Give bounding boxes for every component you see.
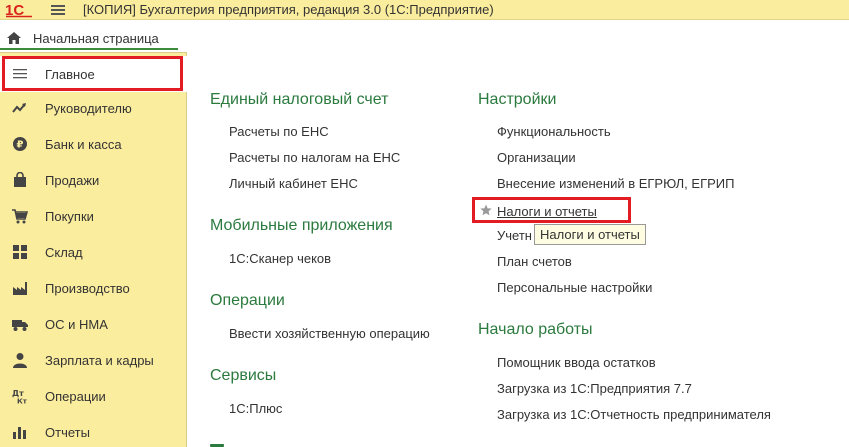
- link-ens-account[interactable]: Личный кабинет ЕНС: [229, 176, 358, 191]
- warehouse-grid-icon: [12, 244, 28, 260]
- link-receipt-scanner[interactable]: 1С:Сканер чеков: [229, 251, 331, 266]
- sidebar-item-label: Зарплата и кадры: [45, 352, 154, 368]
- 1c-logo-icon: 1С: [4, 1, 34, 18]
- section-title-services: Сервисы: [210, 367, 277, 384]
- link-import-1c77[interactable]: Загрузка из 1С:Предприятия 7.7: [497, 381, 692, 396]
- trend-chart-icon: [12, 100, 28, 116]
- bar-chart-icon: [12, 424, 28, 440]
- home-tab-underline: [0, 48, 178, 50]
- sidebar-item-label: Операции: [45, 388, 106, 404]
- main-content: Единый налоговый счет Расчеты по ЕНС Рас…: [188, 21, 849, 447]
- section-title-getting-started: Начало работы: [478, 321, 593, 338]
- sidebar-item-production[interactable]: Производство: [0, 270, 187, 306]
- sidebar-item-label: Банк и касса: [45, 136, 122, 152]
- highlight-frame: [2, 56, 183, 91]
- tooltip: Налоги и отчеты: [534, 224, 646, 245]
- logo-text: 1С: [5, 2, 24, 18]
- sidebar-item-label: Производство: [45, 280, 130, 296]
- sidebar-item-salary[interactable]: Зарплата и кадры: [0, 342, 187, 378]
- link-functionality[interactable]: Функциональность: [497, 124, 611, 139]
- link-import-entrepreneur-reporting[interactable]: Загрузка из 1С:Отчетность предпринимател…: [497, 407, 771, 422]
- link-organizations[interactable]: Организации: [497, 150, 576, 165]
- svg-text:Кт: Кт: [17, 398, 28, 405]
- link-tax-settlements-ens[interactable]: Расчеты по налогам на ЕНС: [229, 150, 400, 165]
- sidebar-item-purchases[interactable]: Покупки: [0, 198, 187, 234]
- sidebar-item-label: Руководителю: [45, 100, 132, 116]
- ruble-coin-icon: ₽: [12, 136, 28, 152]
- section-title-settings: Настройки: [478, 91, 557, 108]
- sidebar-item-reports[interactable]: Отчеты: [0, 414, 187, 447]
- sidebar-item-label: Склад: [45, 244, 83, 260]
- link-opening-balances-wizard[interactable]: Помощник ввода остатков: [497, 355, 656, 370]
- section-title-operations: Операции: [210, 292, 285, 309]
- home-page-label: Начальная страница: [33, 31, 159, 46]
- sections-panel: Начальная страница Главное Руководителю …: [0, 21, 187, 447]
- sidebar-item-manager[interactable]: Руководителю: [0, 90, 187, 126]
- sidebar-item-label: Продажи: [45, 172, 100, 188]
- window-title: [КОПИЯ] Бухгалтерия предприятия, редакци…: [83, 2, 494, 17]
- sidebar-item-warehouse[interactable]: Склад: [0, 234, 187, 270]
- link-1c-plus[interactable]: 1С:Плюс: [229, 401, 282, 416]
- sidebar-item-label: Отчеты: [45, 424, 90, 440]
- sidebar-item-bank[interactable]: ₽ Банк и касса: [0, 126, 187, 162]
- person-icon: [12, 352, 28, 368]
- svg-text:₽: ₽: [17, 140, 24, 151]
- sidebar-item-label: ОС и НМА: [45, 316, 108, 332]
- link-accounting-policy[interactable]: Учетн: [497, 228, 532, 243]
- home-icon: [7, 32, 21, 44]
- home-page-tab[interactable]: Начальная страница: [0, 21, 187, 53]
- sidebar-item-operations[interactable]: Дт Кт Операции: [0, 378, 187, 414]
- truck-icon: [12, 316, 28, 332]
- link-business-operation[interactable]: Ввести хозяйственную операцию: [229, 326, 430, 341]
- dt-kt-icon: Дт Кт: [12, 388, 28, 404]
- link-personal-settings[interactable]: Персональные настройки: [497, 280, 652, 295]
- link-egrul-changes[interactable]: Внесение изменений в ЕГРЮЛ, ЕГРИП: [497, 176, 734, 191]
- title-bar: 1С [КОПИЯ] Бухгалтерия предприятия, реда…: [0, 0, 849, 20]
- link-chart-of-accounts[interactable]: План счетов: [497, 254, 572, 269]
- main-menu-icon[interactable]: [51, 5, 65, 15]
- sidebar-item-fixed-assets[interactable]: ОС и НМА: [0, 306, 187, 342]
- shopping-bag-icon: [12, 172, 28, 188]
- sidebar-item-sales[interactable]: Продажи: [0, 162, 187, 198]
- sidebar-item-label: Покупки: [45, 208, 94, 224]
- link-ens-settlements[interactable]: Расчеты по ЕНС: [229, 124, 329, 139]
- highlight-frame: [472, 197, 631, 223]
- factory-icon: [12, 280, 28, 296]
- shopping-cart-icon: [12, 208, 28, 224]
- section-title-ens: Единый налоговый счет: [210, 91, 389, 108]
- section-title-mobile: Мобильные приложения: [210, 217, 393, 234]
